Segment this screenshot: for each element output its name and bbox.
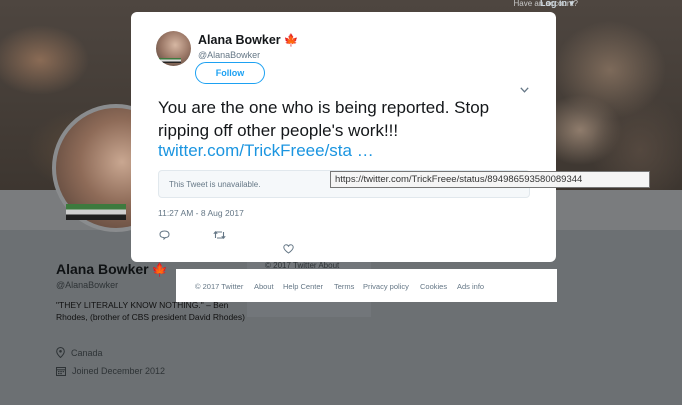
follow-button[interactable]: Follow xyxy=(195,62,265,84)
heart-icon[interactable] xyxy=(283,244,294,257)
maple-leaf-icon: 🍁 xyxy=(283,33,299,47)
author-handle[interactable]: @AlanaBowker xyxy=(198,50,260,60)
joined-text: Joined December 2012 xyxy=(72,366,166,376)
author-name[interactable]: Alana Bowker 🍁 xyxy=(198,33,299,47)
tweet-text: You are the one who is being reported. S… xyxy=(158,98,490,140)
footer-help-center[interactable]: Help Center xyxy=(283,282,323,291)
footer-privacy-policy[interactable]: Privacy policy xyxy=(363,282,409,291)
login-link[interactable]: Log in ▾ xyxy=(540,0,574,9)
retweet-icon[interactable] xyxy=(213,229,226,243)
footer-ads-info[interactable]: Ads info xyxy=(457,282,484,291)
site-footer: © 2017 Twitter About Help Center Terms P… xyxy=(176,269,557,302)
profile-handle[interactable]: @AlanaBowker xyxy=(56,280,118,290)
profile-name: Alana Bowker 🍁 xyxy=(56,261,168,278)
profile-joined: Joined December 2012 xyxy=(56,366,165,376)
location-text: Canada xyxy=(71,347,103,358)
author-avatar[interactable] xyxy=(156,31,191,66)
footer-cookies[interactable]: Cookies xyxy=(420,282,447,291)
top-bar: Have an account? Log in ▾ xyxy=(472,0,682,10)
footer-copyright[interactable]: © 2017 Twitter xyxy=(195,282,243,291)
footer-about[interactable]: About xyxy=(254,282,274,291)
quote-unavailable-text: This Tweet is unavailable. xyxy=(169,180,261,189)
tweet-link[interactable]: twitter.com/TrickFreee/sta … xyxy=(158,141,374,161)
profile-name-text: Alana Bowker xyxy=(56,261,149,277)
footer-terms[interactable]: Terms xyxy=(334,282,354,291)
tweet-modal: Alana Bowker 🍁 @AlanaBowker Follow You ar… xyxy=(131,12,556,262)
maple-leaf-icon: 🍁 xyxy=(151,262,168,277)
tweet-timestamp[interactable]: 11:27 AM - 8 Aug 2017 xyxy=(158,208,244,218)
profile-location: Canada xyxy=(56,347,103,358)
chevron-down-icon[interactable] xyxy=(520,85,529,96)
author-name-text[interactable]: Alana Bowker xyxy=(198,33,281,47)
profile-bio: "THEY LITERALLY KNOW NOTHING." – Ben Rho… xyxy=(56,300,245,322)
link-url-tooltip: https://twitter.com/TrickFreee/status/89… xyxy=(330,171,650,188)
location-pin-icon xyxy=(56,347,65,358)
calendar-icon xyxy=(56,367,66,376)
reply-icon[interactable] xyxy=(159,230,170,243)
flag-overlay xyxy=(66,204,126,220)
